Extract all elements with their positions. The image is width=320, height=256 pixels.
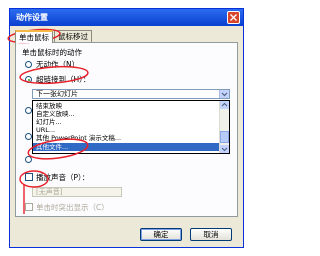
tab-mouse-click[interactable]: 单击鼠标 <box>15 30 53 43</box>
annotation-circle-hyperlink <box>19 65 89 85</box>
annotation-circle-play-sound <box>19 170 49 188</box>
annotation-circle-other-file <box>27 138 89 160</box>
